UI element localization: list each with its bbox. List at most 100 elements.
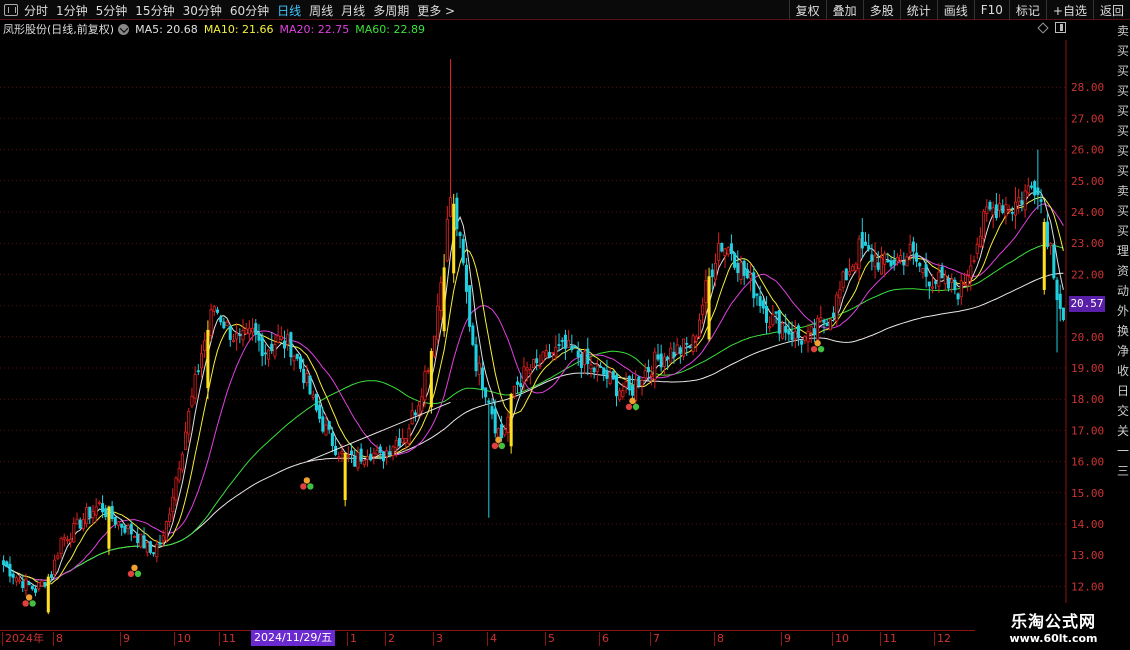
sidebar-tab-3[interactable]: 买 xyxy=(1117,84,1130,98)
candle-body-59 xyxy=(190,395,194,407)
candle-body-121 xyxy=(388,451,392,456)
candle-body-275 xyxy=(879,257,883,275)
period-tab-4[interactable]: 30分钟 xyxy=(183,2,222,19)
candle-body-207 xyxy=(662,356,666,367)
period-tab-8[interactable]: 月线 xyxy=(341,2,365,19)
candle-body-19 xyxy=(62,537,66,540)
sidebar-tab-5[interactable]: 买 xyxy=(1117,124,1130,138)
period-tab-0[interactable]: 分时 xyxy=(24,2,48,19)
period-tab-7[interactable]: 周线 xyxy=(309,2,333,19)
candle-body-252 xyxy=(806,331,810,343)
sidebar-tab-22[interactable]: 三 xyxy=(1117,464,1130,478)
sidebar-tab-0[interactable]: 卖 xyxy=(1117,24,1130,38)
candle-body-82 xyxy=(263,352,267,355)
candle-body-8 xyxy=(27,582,31,586)
candle-body-3 xyxy=(11,573,15,578)
candle-body-219 xyxy=(701,304,705,315)
diamond-icon[interactable] xyxy=(1037,21,1049,34)
tool-button-4[interactable]: 画线 xyxy=(936,0,974,20)
tool-button-2[interactable]: 多股 xyxy=(862,0,900,20)
sidebar-tab-17[interactable]: 收 xyxy=(1117,364,1130,378)
sidebar-tab-12[interactable]: 资 xyxy=(1117,264,1130,278)
tool-button-7[interactable]: +自选 xyxy=(1045,0,1093,20)
tool-button-5[interactable]: F10 xyxy=(973,0,1009,20)
sidebar-tab-19[interactable]: 交 xyxy=(1117,404,1130,418)
candle-body-110 xyxy=(353,456,357,467)
candle-body-214 xyxy=(685,342,689,345)
period-tab-1[interactable]: 1分钟 xyxy=(56,2,88,19)
panel-toggle-icon[interactable] xyxy=(1055,22,1066,33)
candle-body-88 xyxy=(282,340,287,349)
menu-icon[interactable] xyxy=(4,4,18,16)
sidebar-tab-18[interactable]: 日 xyxy=(1117,384,1130,398)
tool-button-3[interactable]: 统计 xyxy=(899,0,937,20)
candle-body-233 xyxy=(745,269,749,279)
sidebar-tab-21[interactable]: 一 xyxy=(1117,444,1130,458)
signal-icon-4-a xyxy=(629,397,636,405)
candle-body-57 xyxy=(184,431,188,451)
sidebar-tab-11[interactable]: 理 xyxy=(1117,244,1130,258)
candle-body-28 xyxy=(91,510,95,519)
candle-body-64 xyxy=(206,329,210,389)
sidebar-tab-20[interactable]: 关 xyxy=(1117,424,1130,438)
candlestick-chart[interactable]: 12.00 13.00 14.00 15.00 16.00 17.00 18.00 19.00… xyxy=(0,0,1130,650)
candle-body-310 xyxy=(991,207,995,216)
candle-body-39 xyxy=(126,524,130,529)
candle-body-45 xyxy=(145,542,149,553)
candle-body-182 xyxy=(583,351,587,365)
period-tab-5[interactable]: 60分钟 xyxy=(230,2,269,19)
candle-body-91 xyxy=(292,355,296,362)
candle-body-270 xyxy=(863,241,868,246)
candle-body-311 xyxy=(994,204,998,218)
candle-body-93 xyxy=(298,356,302,369)
x-tick-12: 7 xyxy=(650,632,660,646)
settings-gear-icon[interactable] xyxy=(118,23,130,35)
candle-body-132 xyxy=(423,371,427,401)
candle-body-197 xyxy=(630,384,634,396)
signal-icon-5-b xyxy=(810,345,818,353)
candle-body-181 xyxy=(579,354,583,368)
sidebar-tab-14[interactable]: 外 xyxy=(1117,304,1130,318)
period-tab-9[interactable]: 多周期 xyxy=(373,2,409,19)
sidebar-tab-13[interactable]: 动 xyxy=(1117,284,1130,298)
candle-body-175 xyxy=(560,340,564,342)
candle-body-302 xyxy=(966,275,970,287)
candle-body-130 xyxy=(417,405,421,415)
sidebar-tab-6[interactable]: 买 xyxy=(1117,144,1130,158)
sidebar-tab-16[interactable]: 净 xyxy=(1117,344,1130,358)
sidebar-tab-15[interactable]: 换 xyxy=(1117,324,1130,338)
candle-body-323 xyxy=(1033,181,1037,196)
y-tick-16: 28.00 xyxy=(1071,81,1104,94)
candle-body-287 xyxy=(918,262,922,267)
sidebar-tab-4[interactable]: 买 xyxy=(1117,104,1130,118)
period-tab-2[interactable]: 5分钟 xyxy=(96,2,128,19)
tool-button-1[interactable]: 叠加 xyxy=(825,0,863,20)
sidebar-tab-8[interactable]: 卖 xyxy=(1117,184,1130,198)
period-tab-6[interactable]: 日线 xyxy=(277,2,301,19)
candle-body-56 xyxy=(180,453,184,471)
candle-body-142 xyxy=(455,197,459,230)
period-tab-3[interactable]: 15分钟 xyxy=(135,2,174,19)
period-tab-10[interactable]: 更多 > xyxy=(417,2,455,19)
candle-body-245 xyxy=(784,325,788,333)
sidebar-tab-2[interactable]: 买 xyxy=(1117,64,1130,78)
candle-body-272 xyxy=(870,254,874,262)
tool-button-6[interactable]: 标记 xyxy=(1008,0,1046,20)
candle-body-68 xyxy=(219,316,223,323)
y-tick-13: 25.00 xyxy=(1071,175,1104,188)
candle-body-24 xyxy=(78,519,82,529)
candle-body-327 xyxy=(1045,221,1049,247)
candle-body-189 xyxy=(605,370,609,379)
sidebar-tab-9[interactable]: 买 xyxy=(1117,204,1130,218)
sidebar-tab-1[interactable]: 买 xyxy=(1117,44,1130,58)
candle-body-315 xyxy=(1007,209,1011,212)
candle-body-73 xyxy=(235,332,239,340)
tool-button-0[interactable]: 复权 xyxy=(788,0,826,20)
sidebar-tab-7[interactable]: 买 xyxy=(1117,164,1130,178)
candle-body-179 xyxy=(573,345,577,348)
candle-body-81 xyxy=(260,337,264,357)
candle-body-7 xyxy=(24,578,28,591)
sidebar-tab-10[interactable]: 买 xyxy=(1117,224,1130,238)
candle-body-248 xyxy=(793,331,797,340)
tool-button-8[interactable]: 返回 xyxy=(1092,0,1130,20)
